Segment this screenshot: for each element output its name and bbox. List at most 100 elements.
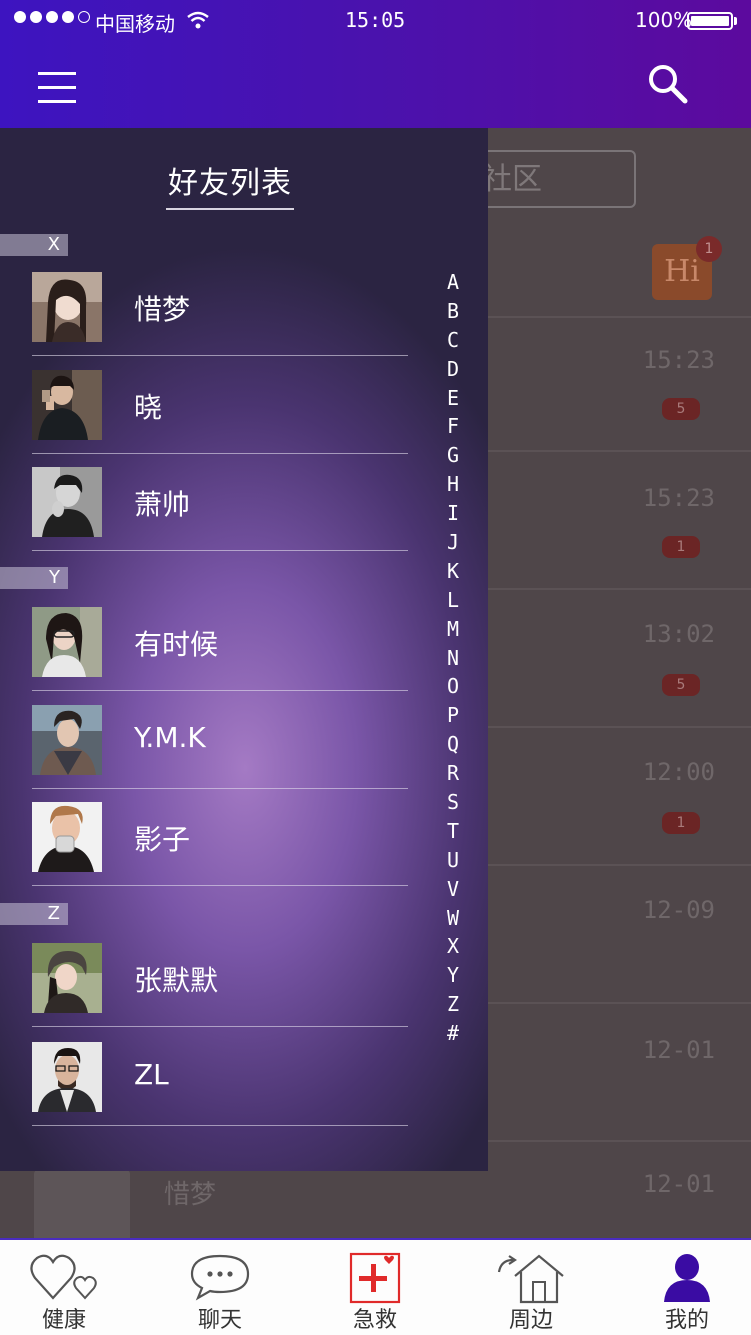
background-row-time: 13:02 xyxy=(642,620,715,648)
alphabet-letter[interactable]: V xyxy=(447,875,459,904)
alphabet-letter[interactable]: X xyxy=(447,932,459,961)
background-row-time: 15:23 xyxy=(642,484,715,512)
alphabet-letter[interactable]: M xyxy=(447,615,459,644)
friend-item[interactable]: 有时候 xyxy=(32,593,408,691)
battery-icon xyxy=(687,12,733,30)
alphabet-letter[interactable]: N xyxy=(447,644,459,673)
background-search-text: 社区 xyxy=(482,162,542,197)
alphabet-letter[interactable]: I xyxy=(447,499,459,528)
status-time: 15:05 xyxy=(345,8,406,32)
tab-health[interactable]: 健康 xyxy=(4,1240,124,1335)
battery-tip xyxy=(734,17,737,25)
alphabet-index[interactable]: A B C D E F G H I J K L M N O P Q R S T U V W X Y Z # xyxy=(443,268,463,1048)
status-bar: 中国移动 15:05 100% xyxy=(0,0,751,44)
friend-list-drawer: 好友列表 X 惜梦 晓 萧帅 Y 有时候 Y.M.K 影子 Z 张默默 ZL A… xyxy=(0,128,488,1171)
alphabet-letter[interactable]: G xyxy=(447,441,459,470)
avatar xyxy=(32,943,102,1013)
alphabet-letter[interactable]: D xyxy=(447,355,459,384)
tab-label: 健康 xyxy=(41,1308,86,1333)
divider xyxy=(32,884,408,886)
tab-label: 我的 xyxy=(664,1308,709,1333)
friend-name: 影子 xyxy=(134,823,191,856)
friend-item[interactable]: Y.M.K xyxy=(32,691,408,789)
tab-chat[interactable]: 聊天 xyxy=(160,1240,280,1335)
alphabet-letter[interactable]: Y xyxy=(447,961,459,990)
app-header: 中国移动 15:05 100% xyxy=(0,0,751,128)
alphabet-letter[interactable]: R xyxy=(447,759,459,788)
alphabet-letter[interactable]: A xyxy=(447,268,459,297)
drawer-title: 好友列表 xyxy=(166,158,294,210)
alphabet-letter[interactable]: U xyxy=(447,846,459,875)
battery-percent: 100% xyxy=(635,8,693,32)
signal-strength-icon xyxy=(14,11,90,23)
tab-mine[interactable]: 我的 xyxy=(627,1240,747,1335)
wifi-icon xyxy=(187,11,209,29)
unread-badge: 1 xyxy=(662,812,700,834)
avatar xyxy=(32,272,102,342)
alphabet-letter[interactable]: K xyxy=(447,557,459,586)
carrier-name: 中国移动 xyxy=(95,12,175,36)
alphabet-letter[interactable]: H xyxy=(447,470,459,499)
alphabet-letter[interactable]: L xyxy=(447,586,459,615)
alphabet-letter[interactable]: C xyxy=(447,326,459,355)
friend-item[interactable]: 惜梦 xyxy=(32,258,408,356)
unread-badge: 5 xyxy=(662,674,700,696)
unread-badge: 5 xyxy=(662,398,700,420)
friend-item[interactable]: ZL xyxy=(32,1028,408,1126)
avatar xyxy=(32,1042,102,1112)
friend-name: ZL xyxy=(134,1058,169,1091)
background-row-time: 15:23 xyxy=(642,346,715,374)
divider xyxy=(32,1025,408,1027)
avatar xyxy=(32,370,102,440)
background-row-time: 12:00 xyxy=(642,758,715,786)
tab-first-aid[interactable]: 急救 xyxy=(315,1240,435,1335)
background-row-name: 惜梦 xyxy=(164,1180,217,1210)
hi-count-badge: 1 xyxy=(696,236,722,262)
person-icon xyxy=(664,1254,710,1302)
friend-item[interactable]: 萧帅 xyxy=(32,453,408,551)
divider xyxy=(32,1124,408,1126)
avatar xyxy=(32,467,102,537)
tab-label: 周边 xyxy=(508,1308,553,1333)
menu-icon-bar xyxy=(38,72,76,75)
alphabet-letter[interactable]: O xyxy=(447,672,459,701)
alphabet-letter[interactable]: J xyxy=(447,528,459,557)
avatar xyxy=(32,705,102,775)
heart-icon xyxy=(30,1254,97,1300)
alphabet-letter[interactable]: F xyxy=(447,412,459,441)
search-button[interactable] xyxy=(646,62,690,106)
background-avatar xyxy=(34,1170,130,1238)
menu-icon-bar xyxy=(38,86,76,89)
friend-item[interactable]: 张默默 xyxy=(32,929,408,1027)
tab-label: 急救 xyxy=(352,1308,397,1333)
tab-label: 聊天 xyxy=(197,1308,242,1333)
house-icon xyxy=(497,1254,564,1304)
background-row-time: 12-09 xyxy=(642,896,715,924)
background-row-time: 12-01 xyxy=(642,1036,715,1064)
menu-button[interactable] xyxy=(38,70,78,106)
unread-badge: 1 xyxy=(662,536,700,558)
alphabet-letter[interactable]: Q xyxy=(447,730,459,759)
search-icon xyxy=(649,65,688,104)
friend-item[interactable]: 影子 xyxy=(32,788,408,886)
avatar xyxy=(32,802,102,872)
alphabet-letter[interactable]: E xyxy=(447,384,459,413)
alphabet-letter[interactable]: W xyxy=(447,904,459,933)
divider xyxy=(32,549,408,551)
friend-name: 惜梦 xyxy=(134,293,191,326)
alphabet-letter[interactable]: P xyxy=(447,701,459,730)
friend-name: 张默默 xyxy=(134,964,219,997)
tab-nearby[interactable]: 周边 xyxy=(471,1240,591,1335)
bottom-tab-bar: 健康 聊天 急救 周边 我的 xyxy=(0,1238,751,1335)
friend-name: 萧帅 xyxy=(134,488,191,521)
friend-item[interactable]: 晓 xyxy=(32,356,408,454)
alphabet-letter[interactable]: T xyxy=(447,817,459,846)
menu-icon-bar xyxy=(38,100,76,103)
first-aid-icon xyxy=(349,1252,401,1304)
alphabet-letter[interactable]: # xyxy=(447,1019,459,1048)
section-header-y: Y xyxy=(0,567,68,589)
friend-name: 晓 xyxy=(134,391,163,424)
alphabet-letter[interactable]: B xyxy=(447,297,459,326)
alphabet-letter[interactable]: S xyxy=(447,788,459,817)
alphabet-letter[interactable]: Z xyxy=(447,990,459,1019)
